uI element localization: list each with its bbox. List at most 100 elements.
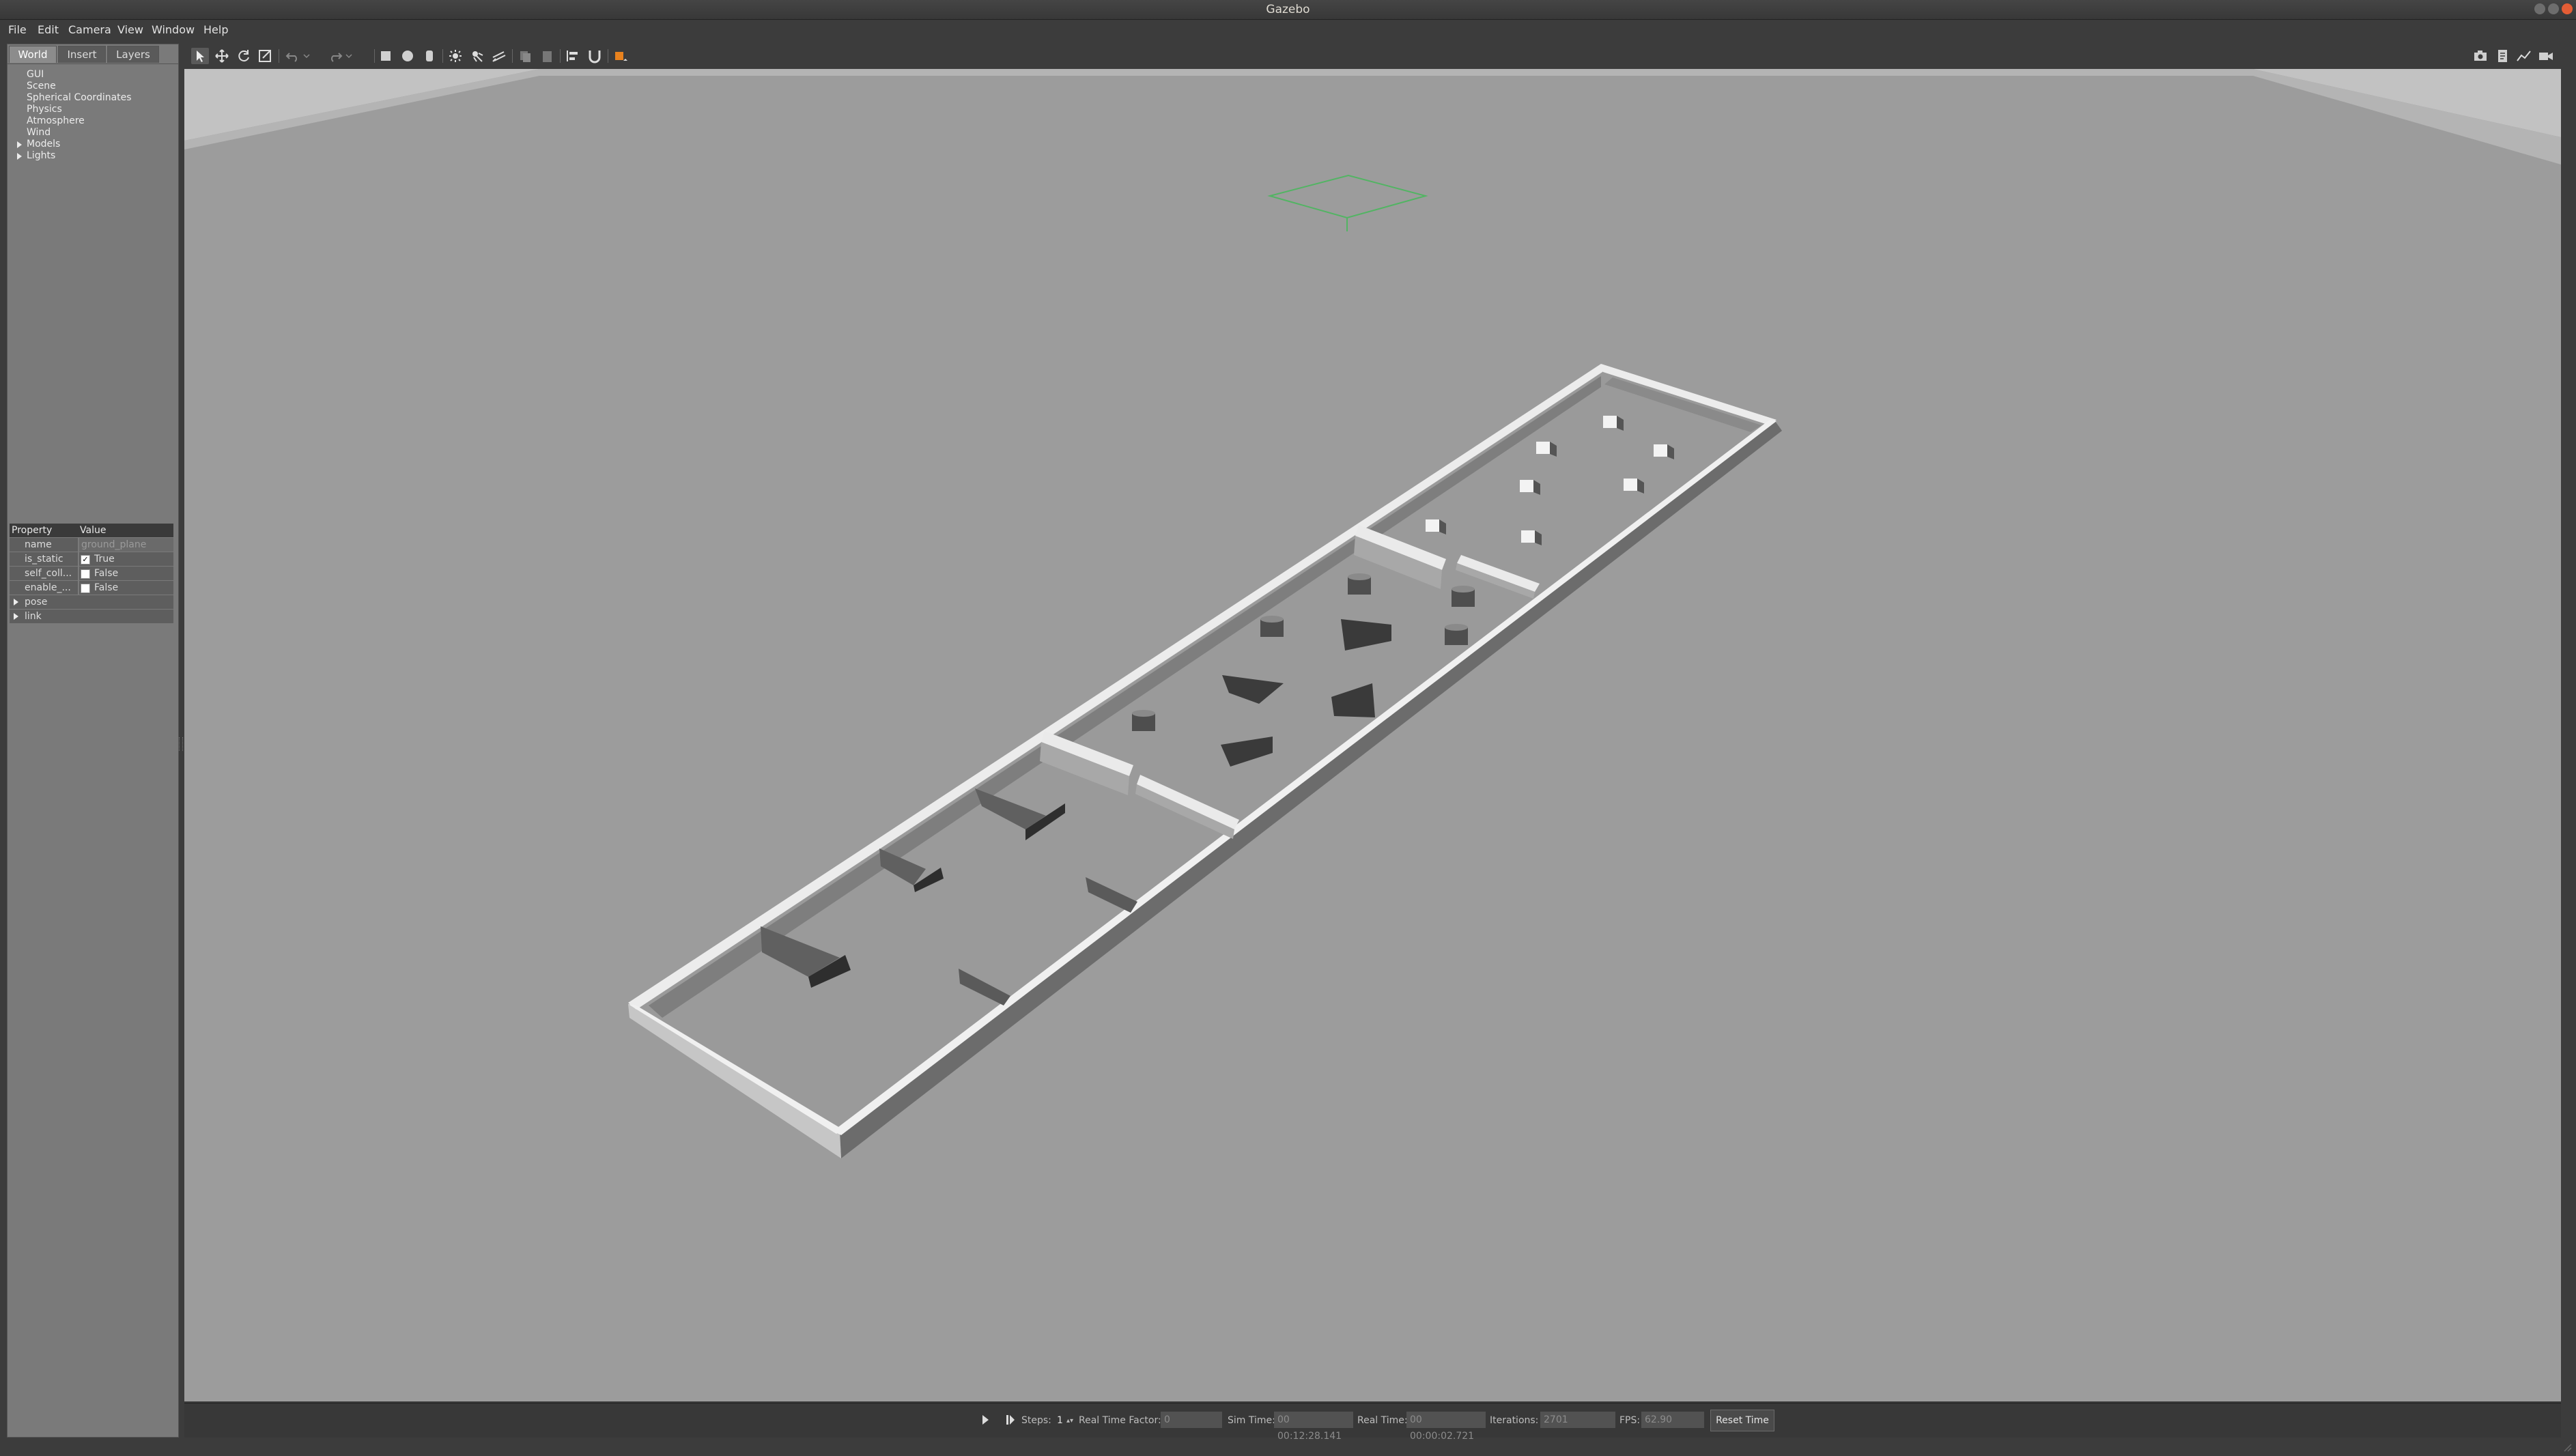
tree-item-models[interactable]: Models [27,139,60,149]
steps-spinbox[interactable]: 1 [1057,1415,1063,1426]
tree-item-physics[interactable]: Physics [27,104,62,115]
box-icon[interactable] [377,48,395,64]
sim-time-field: 00 00:12:28.141 [1274,1412,1353,1442]
menu-camera[interactable]: Camera [68,23,111,36]
directional-light-icon[interactable] [490,48,508,64]
paste-icon[interactable] [538,48,556,64]
property-value-cell: False [79,581,173,595]
tree-item-gui[interactable]: GUI [27,69,44,80]
maximize-button[interactable] [2548,3,2559,14]
sky-horizon [184,69,2561,141]
property-header: Property [12,525,53,536]
arena-model[interactable] [628,364,1782,1158]
tab-layers[interactable]: Layers [107,46,159,63]
property-value: False [94,568,119,579]
status-bar: Steps: 1 ▴▾ Real Time Factor: 0 Sim Time… [184,1403,2561,1442]
real-time-factor-field: 0 [1161,1412,1222,1428]
select-arrow-icon[interactable] [191,48,209,64]
tab-divider [8,63,178,64]
fps-field: 62.90 [1641,1412,1704,1428]
reset-time-button[interactable]: Reset Time [1710,1410,1774,1431]
title-bar: Gazebo [0,0,2576,20]
property-row-pose[interactable]: pose [10,595,173,609]
is-static-checkbox[interactable]: ✓ [81,555,90,565]
plot-icon[interactable] [2515,48,2533,64]
tab-world[interactable]: World [9,46,57,63]
tree-item-lights[interactable]: Lights [27,150,55,161]
self-collide-checkbox[interactable] [81,569,90,579]
fps-label: FPS: [1619,1415,1641,1426]
copy-icon[interactable] [516,48,534,64]
property-row-name[interactable]: name ground_plane [10,538,173,552]
minimize-button[interactable] [2534,3,2545,14]
menu-file[interactable]: File [8,23,27,36]
expand-arrow-icon[interactable] [14,613,18,620]
property-key: link [25,611,42,622]
scale-icon[interactable] [257,48,274,64]
translate-icon[interactable] [213,48,231,64]
real-time-factor-label: Real Time Factor: [1079,1415,1161,1426]
tree-item-atmosphere[interactable]: Atmosphere [27,115,85,126]
property-key: pose [25,597,48,608]
panel-splitter-handle[interactable] [179,737,183,751]
menu-help[interactable]: Help [203,23,228,36]
undo-icon[interactable] [284,48,302,64]
video-record-icon[interactable] [2537,48,2555,64]
property-key: is_static [10,552,78,566]
undo-history-icon[interactable] [302,48,311,64]
sphere-icon[interactable] [399,48,416,64]
point-light-icon[interactable] [447,48,464,64]
property-value[interactable]: ground_plane [79,538,173,552]
steps-label: Steps: [1021,1415,1051,1426]
enable-wind-checkbox[interactable] [81,584,90,593]
property-row-self-collide[interactable]: self_coll... False [10,567,173,580]
close-button[interactable] [2562,3,2573,14]
redo-icon[interactable] [326,48,344,64]
expand-arrow-icon[interactable] [17,141,22,148]
expand-arrow-icon[interactable] [14,599,18,605]
screenshot-icon[interactable] [2472,48,2489,64]
change-view-icon[interactable] [612,48,629,64]
redo-history-icon[interactable] [344,48,354,64]
sim-time-label: Sim Time: [1228,1415,1275,1426]
property-key: enable_... [10,581,78,595]
selection-wireframe [1267,174,1428,231]
tree-item-wind[interactable]: Wind [27,127,51,138]
steps-spinbox-arrow-icon[interactable]: ▴▾ [1066,1417,1073,1425]
scene-render[interactable] [184,69,2561,1401]
tree-item-spherical-coordinates[interactable]: Spherical Coordinates [27,92,132,103]
play-icon[interactable] [980,1413,990,1427]
resize-grip-icon[interactable] [2562,1442,2573,1453]
toolbar [184,44,2560,68]
tree-item-scene[interactable]: Scene [27,81,56,91]
left-panel: World Insert Layers GUI Scene Spherical … [7,44,179,1438]
property-value-cell: ✓ True [79,552,173,566]
step-icon[interactable] [1005,1413,1016,1427]
property-value: False [94,582,119,593]
real-time-label: Real Time: [1357,1415,1408,1426]
toolbar-separator [560,49,561,63]
value-header: Value [80,525,107,536]
rotate-icon[interactable] [235,48,253,64]
property-row-enable-wind[interactable]: enable_... False [10,581,173,595]
menu-window[interactable]: Window [152,23,195,36]
expand-arrow-icon[interactable] [17,153,22,160]
arena-floor [628,365,1775,1132]
tab-insert[interactable]: Insert [58,46,106,63]
menu-edit[interactable]: Edit [38,23,59,36]
iterations-label: Iterations: [1490,1415,1539,1426]
log-icon[interactable] [2493,48,2511,64]
property-row-link[interactable]: link [10,610,173,623]
menu-view[interactable]: View [117,23,143,36]
spot-light-icon[interactable] [468,48,486,64]
menu-bar: File Edit Camera View Window Help [0,20,2576,40]
3d-viewport[interactable] [184,69,2561,1401]
snap-icon[interactable] [586,48,604,64]
property-header-row: Property Value [10,524,173,537]
toolbar-separator [512,49,513,63]
property-row-is-static[interactable]: is_static ✓ True [10,552,173,566]
align-icon[interactable] [564,48,582,64]
horizon-edge [184,69,2561,165]
cylinder-icon[interactable] [421,48,438,64]
property-key: name [10,538,78,552]
